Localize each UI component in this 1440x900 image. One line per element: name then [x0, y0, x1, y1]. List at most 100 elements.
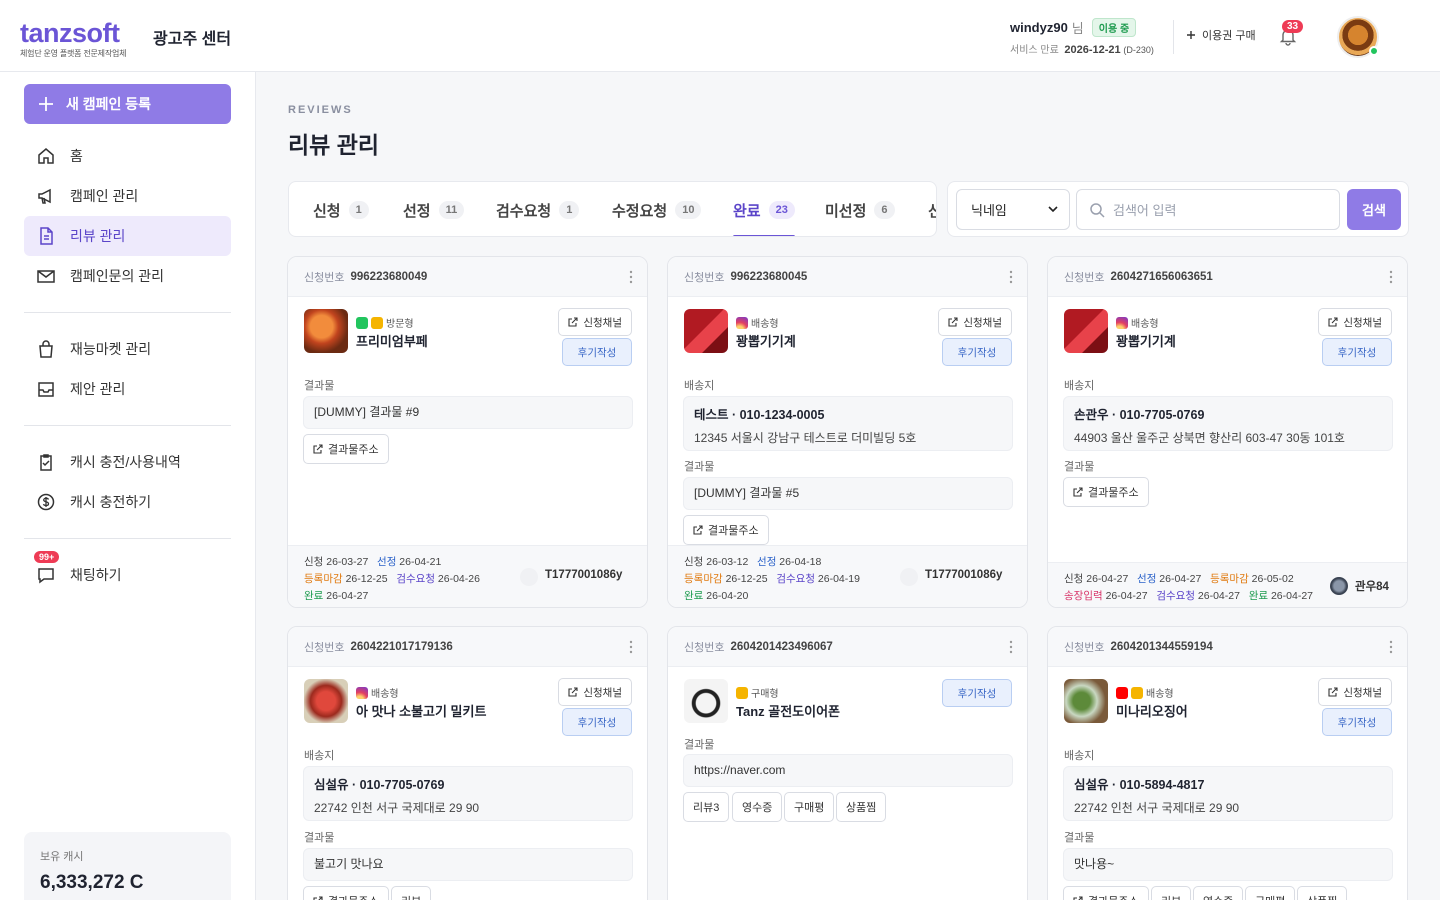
external-link-icon — [1073, 896, 1083, 900]
application-channel-button[interactable]: 신청채널 — [1318, 678, 1392, 706]
platform-info: 배송형 — [736, 315, 779, 330]
product-thumbnail — [304, 309, 348, 353]
cash-balance-card: 보유 캐시 6,333,272 C — [24, 832, 231, 900]
tag-review[interactable]: 리뷰 — [1151, 886, 1192, 900]
sidebar-item-chat[interactable]: 99+ 채팅하기 — [24, 551, 231, 595]
more-options-icon[interactable] — [629, 269, 633, 285]
page-eyebrow: REVIEWS — [288, 104, 353, 116]
result-url-button[interactable]: 결과물주소 — [303, 886, 389, 900]
search-button[interactable]: 검색 — [1347, 189, 1401, 230]
result-url-button[interactable]: 결과물주소 — [1063, 477, 1149, 507]
write-review-button[interactable]: 후기작성 — [942, 679, 1012, 707]
application-channel-button[interactable]: 신청채널 — [558, 678, 632, 706]
write-review-button[interactable]: 후기작성 — [942, 338, 1012, 366]
write-review-button[interactable]: 후기작성 — [1322, 338, 1392, 366]
platform-info: 방문형 — [356, 315, 414, 330]
application-channel-button[interactable]: 신청채널 — [938, 308, 1012, 336]
application-channel-button[interactable]: 신청채널 — [1318, 308, 1392, 336]
tab-apply[interactable]: 신청 1 — [313, 182, 369, 236]
shipping-address: 손관우 · 010-7705-0769 44903 울산 울주군 상북면 향산리… — [1063, 396, 1393, 451]
tag-purchase-review[interactable]: 구매평 — [1245, 886, 1296, 900]
application-number: 2604221017179136 — [350, 640, 453, 653]
product-thumbnail — [1064, 679, 1108, 723]
chevron-down-icon — [1048, 206, 1058, 213]
search-field-select[interactable]: 닉네임 — [956, 189, 1070, 230]
more-options-icon[interactable] — [1009, 639, 1013, 655]
result-url-button[interactable]: 결과물주소 — [1063, 886, 1149, 900]
owner-avatar — [900, 568, 918, 586]
application-number: 2604271656063651 — [1110, 270, 1213, 283]
tab-selected[interactable]: 선정 11 — [403, 182, 465, 236]
coupon-icon — [736, 686, 748, 699]
plus-icon — [39, 97, 53, 111]
tab-not-selected[interactable]: 미선정 6 — [825, 182, 895, 236]
tab-review-request[interactable]: 검수요청 1 — [496, 182, 580, 236]
more-options-icon[interactable] — [1389, 639, 1393, 655]
cash-value: 6,333,272 C — [40, 872, 144, 893]
product-thumbnail — [684, 309, 728, 353]
application-number: 2604201423496067 — [730, 640, 833, 653]
tag-wishlist[interactable]: 상품찜 — [836, 792, 887, 822]
instagram-icon — [356, 686, 368, 699]
notification-count: 33 — [1282, 20, 1304, 33]
shipping-address: 심설유 · 010-5894-4817 22742 인천 서구 국제대로 29 … — [1063, 766, 1393, 821]
tab-completed[interactable]: 완료 23 — [733, 182, 795, 236]
home-icon — [38, 148, 54, 164]
application-channel-button[interactable]: 신청채널 — [558, 308, 632, 336]
tag-receipt[interactable]: 영수증 — [1193, 886, 1244, 900]
sidebar-item-reviews[interactable]: 리뷰 관리 — [24, 216, 231, 256]
recipient: 손관우 · 010-7705-0769 — [1074, 408, 1205, 422]
sidebar-item-campaigns[interactable]: 캠페인 관리 — [24, 176, 231, 216]
tag-receipt[interactable]: 영수증 — [732, 792, 783, 822]
more-options-icon[interactable] — [1009, 269, 1013, 285]
sidebar-item-proposals[interactable]: 제안 관리 — [24, 369, 231, 409]
card-header: 신청번호 2604201423496067 — [668, 627, 1027, 667]
clipboard-check-icon — [40, 454, 52, 471]
result-url-button[interactable]: 결과물주소 — [683, 515, 769, 545]
product-name: 꽝뽑기기계 — [736, 334, 796, 349]
sidebar-item-cash-history[interactable]: 캐시 충전/사용내역 — [24, 442, 231, 482]
header-divider — [1173, 20, 1174, 54]
sidebar-item-cash-charge[interactable]: 캐시 충전하기 — [24, 482, 231, 522]
search-input[interactable]: 검색어 입력 — [1076, 189, 1340, 230]
coupon-icon — [371, 316, 383, 329]
sidebar-divider — [24, 538, 231, 539]
address: 22742 인천 서구 국제대로 29 90 — [314, 801, 480, 815]
tab-overflow[interactable]: 신 — [928, 182, 936, 236]
owner-id: 관우84 — [1355, 581, 1389, 593]
tag-wishlist[interactable]: 상품찜 — [1297, 886, 1348, 900]
sidebar: 새 캠페인 등록 홈 캠페인 관리 리뷰 관리 캠페인문의 관리 재능마켓 관리… — [0, 72, 256, 900]
more-options-icon[interactable] — [1389, 269, 1393, 285]
user-suffix: 님 — [1071, 20, 1084, 36]
result-url-button[interactable]: 결과물주소 — [303, 434, 389, 464]
status-badge: 이용 중 — [1091, 17, 1137, 37]
write-review-button[interactable]: 후기작성 — [1322, 708, 1392, 736]
application-number: 996223680049 — [350, 270, 428, 283]
tag-button[interactable]: 리뷰 — [391, 886, 432, 900]
sidebar-item-home[interactable]: 홈 — [24, 136, 231, 176]
sidebar-item-inquiries[interactable]: 캠페인문의 관리 — [24, 256, 231, 296]
result-value: [DUMMY] 결과물 #9 — [303, 396, 633, 429]
shipping-label: 배송지 — [684, 380, 715, 392]
platform-info: 배송형 — [356, 685, 399, 700]
owner-avatar — [1330, 577, 1348, 595]
more-options-icon[interactable] — [629, 639, 633, 655]
logo[interactable]: tanzsoft 체험단 운영 플랫폼 전문제작업체 — [20, 20, 140, 59]
review-card: 신청번호 2604201423496067 구매형 Tanz 골전도이어폰 후기작… — [667, 626, 1028, 900]
sidebar-item-talent-market[interactable]: 재능마켓 관리 — [24, 329, 231, 369]
chat-icon — [38, 568, 54, 584]
tag-review[interactable]: 리뷰3 — [683, 792, 730, 822]
buy-pass-button[interactable]: 이용권 구매 — [1186, 27, 1256, 43]
tag-purchase-review[interactable]: 구매평 — [784, 792, 835, 822]
product-name: 프리미엄부페 — [356, 334, 428, 349]
new-campaign-button[interactable]: 새 캠페인 등록 — [24, 84, 231, 124]
recipient: 테스트 · 010-1234-0005 — [694, 408, 825, 422]
product-name: 미나리오징어 — [1116, 704, 1188, 719]
result-label: 결과물 — [304, 380, 335, 392]
write-review-button[interactable]: 후기작성 — [562, 708, 632, 736]
external-link-icon — [568, 317, 578, 327]
tab-revision-request[interactable]: 수정요청 10 — [612, 182, 702, 236]
write-review-button[interactable]: 후기작성 — [562, 338, 632, 366]
result-value: [DUMMY] 결과물 #5 — [683, 477, 1013, 510]
search-bar: 닉네임 검색어 입력 검색 — [947, 181, 1409, 237]
